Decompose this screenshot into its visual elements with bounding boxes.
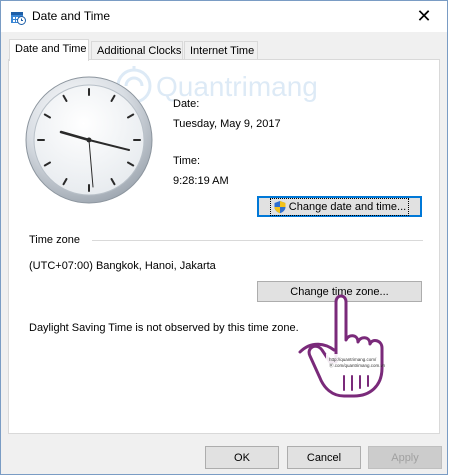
time-value: 9:28:19 AM [173, 175, 229, 187]
apply-button[interactable]: Apply [368, 446, 442, 469]
apply-label: Apply [391, 451, 419, 464]
time-zone-separator [92, 240, 423, 241]
pointer-url-2: Ⓡ.com/quantrimang.com.vn [329, 362, 386, 369]
pointer-url-1: http://quantrimang.com/ [329, 357, 377, 362]
uac-shield-icon [274, 200, 286, 213]
change-date-time-label: Change date and time... [288, 200, 407, 213]
dst-note: Daylight Saving Time is not observed by … [29, 322, 299, 334]
ok-label: OK [234, 451, 250, 464]
window-title: Date and Time [32, 9, 111, 23]
title-bar[interactable]: Date and Time ✕ [1, 1, 447, 32]
time-label: Time: [173, 155, 201, 167]
tab-date-and-time[interactable]: Date and Time [9, 39, 89, 61]
date-value: Tuesday, May 9, 2017 [173, 118, 281, 130]
close-button[interactable]: ✕ [401, 1, 447, 32]
cancel-button[interactable]: Cancel [287, 446, 361, 469]
ok-button[interactable]: OK [205, 446, 279, 469]
change-date-time-button[interactable]: Change date and time... [257, 196, 422, 217]
hand-pointer-icon: http://quantrimang.com/ Ⓡ.com/quantriman… [298, 294, 386, 398]
clock-calendar-icon [11, 12, 26, 25]
time-zone-section-label: Time zone [29, 234, 80, 246]
cancel-label: Cancel [306, 451, 342, 464]
time-zone-value: (UTC+07:00) Bangkok, Hanoi, Jakarta [29, 260, 216, 272]
analog-clock [25, 76, 153, 204]
date-label: Date: [173, 98, 200, 110]
close-icon: ✕ [416, 6, 432, 26]
